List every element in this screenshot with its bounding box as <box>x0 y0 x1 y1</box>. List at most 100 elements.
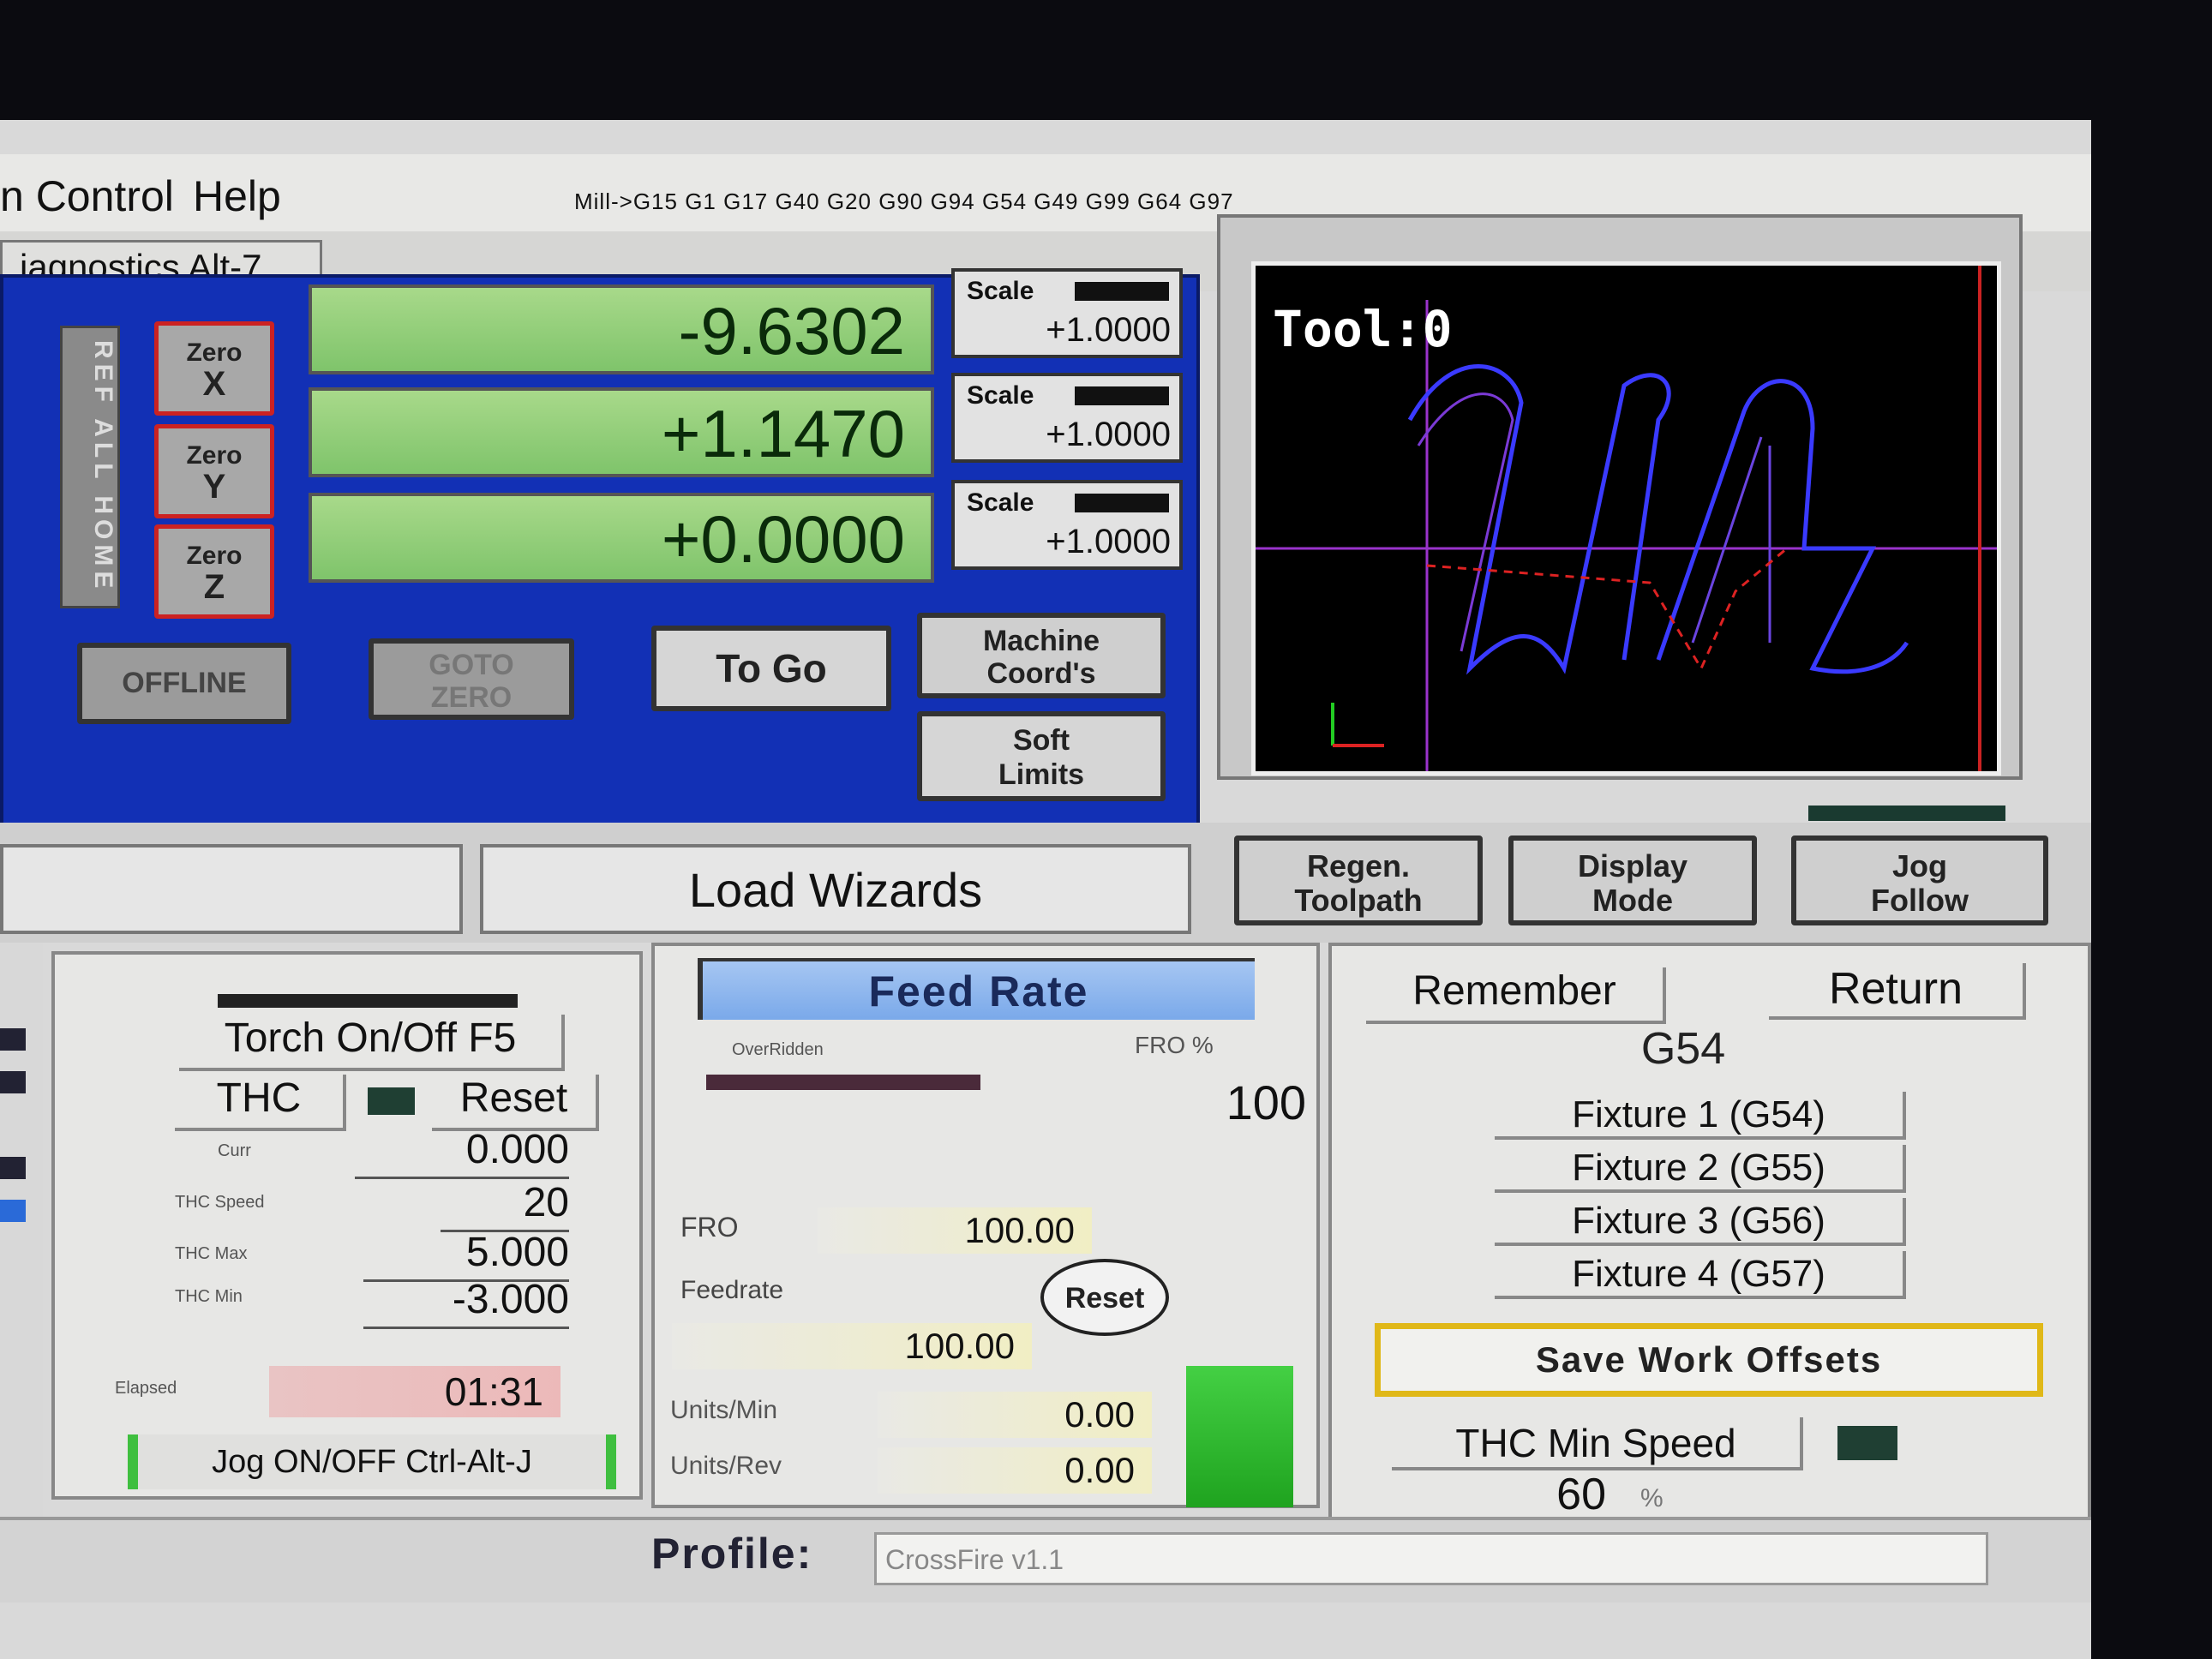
scale-z-label: Scale <box>967 488 1034 517</box>
overridden-led <box>706 1075 980 1090</box>
zero-z-button[interactable]: Zero Z <box>154 524 274 619</box>
jog-follow-indicator <box>1808 806 2005 821</box>
units-rev-label: Units/Rev <box>670 1452 782 1480</box>
led-1 <box>0 1028 26 1051</box>
curr-label: Curr <box>218 1141 251 1160</box>
dro-z-value[interactable]: +0.0000 <box>309 493 934 583</box>
thc-speed-label: THC Speed <box>175 1193 265 1212</box>
dro-y-value[interactable]: +1.1470 <box>309 387 934 477</box>
jog-toggle-button[interactable]: Jog ON/OFF Ctrl-Alt-J <box>128 1434 616 1489</box>
ref-all-home-label: REF ALL HOME <box>89 340 117 594</box>
torch-indicator <box>218 994 518 1008</box>
display-mode-button[interactable]: Display Mode <box>1508 835 1757 925</box>
fro-pct-value: 100 <box>1226 1075 1306 1129</box>
menu-item-help[interactable]: Help <box>193 171 281 221</box>
profile-bar: Profile: CrossFire v1.1 <box>0 1517 2091 1602</box>
thc-min-speed-unit: % <box>1640 1484 1663 1512</box>
fixture-2-button[interactable]: Fixture 2 (G55) <box>1495 1145 1906 1193</box>
elapsed-value: 01:31 <box>269 1366 560 1417</box>
scale-y-label: Scale <box>967 381 1034 410</box>
blank-button[interactable] <box>0 844 463 934</box>
units-min-value: 0.00 <box>878 1392 1152 1438</box>
profile-label: Profile: <box>651 1530 813 1578</box>
jog-follow-line2: Follow <box>1871 883 1969 918</box>
scale-y-box[interactable]: Scale +1.0000 <box>951 373 1183 463</box>
fixture-1-button[interactable]: Fixture 1 (G54) <box>1495 1092 1906 1140</box>
current-offset-label: G54 <box>1640 1024 1726 1074</box>
goto-zero-button[interactable]: GOTO ZERO <box>369 638 574 720</box>
feedrate-label: Feedrate <box>680 1276 784 1304</box>
scale-x-box[interactable]: Scale +1.0000 <box>951 268 1183 358</box>
thc-speed-value[interactable]: 20 <box>441 1179 569 1232</box>
zero-x-axis: X <box>202 365 226 403</box>
jog-follow-button[interactable]: Jog Follow <box>1791 835 2048 925</box>
soft-limits-button[interactable]: Soft Limits <box>917 711 1166 801</box>
tool-number-label: Tool:0 <box>1273 300 1453 358</box>
scale-z-indicator <box>1075 494 1169 512</box>
scale-z-box[interactable]: Scale +1.0000 <box>951 480 1183 570</box>
thc-min-speed-value[interactable]: 60 <box>1392 1469 1606 1522</box>
machine-coords-button[interactable]: Machine Coord's <box>917 613 1166 698</box>
zero-y-label: Zero <box>186 441 243 470</box>
menu-item-control[interactable]: n Control <box>0 171 174 221</box>
toolpath-display[interactable]: Tool:0 <box>1251 261 2001 776</box>
regen-line1: Regen. <box>1306 848 1411 883</box>
led-2 <box>0 1071 26 1093</box>
save-work-offsets-button[interactable]: Save Work Offsets <box>1375 1323 2043 1397</box>
regen-toolpath-button[interactable]: Regen. Toolpath <box>1234 835 1483 925</box>
torch-toggle-button[interactable]: Torch On/Off F5 <box>179 1015 565 1071</box>
fixture-3-button[interactable]: Fixture 3 (G56) <box>1495 1198 1906 1246</box>
remember-button[interactable]: Remember <box>1366 967 1666 1024</box>
offline-button[interactable]: OFFLINE <box>77 643 291 724</box>
scale-y-value: +1.0000 <box>1046 416 1171 453</box>
display-mode-line1: Display <box>1577 848 1688 883</box>
soft-limits-line2: Limits <box>998 758 1085 791</box>
display-mode-line2: Mode <box>1592 883 1673 918</box>
load-wizards-button[interactable]: Load Wizards <box>480 844 1191 934</box>
zero-x-button[interactable]: Zero X <box>154 321 274 416</box>
fixture-4-button[interactable]: Fixture 4 (G57) <box>1495 1251 1906 1299</box>
units-min-label: Units/Min <box>670 1396 778 1424</box>
soft-limits-line1: Soft <box>1012 724 1070 757</box>
thc-led <box>368 1087 415 1115</box>
zero-z-axis: Z <box>203 568 225 606</box>
thc-max-value[interactable]: 5.000 <box>363 1229 569 1282</box>
scale-z-value: +1.0000 <box>1046 523 1171 560</box>
feed-reset-button[interactable]: Reset <box>1040 1259 1169 1336</box>
fro-pct-label: FRO % <box>1135 1032 1214 1058</box>
thc-max-label: THC Max <box>175 1244 248 1263</box>
to-go-button[interactable]: To Go <box>651 626 891 711</box>
thc-min-label: THC Min <box>175 1287 243 1306</box>
units-rev-value: 0.00 <box>878 1447 1152 1494</box>
zero-y-button[interactable]: Zero Y <box>154 424 274 518</box>
return-button[interactable]: Return <box>1769 963 2026 1020</box>
dro-x-value[interactable]: -9.6302 <box>309 284 934 374</box>
toolpath-letter-a-inner <box>1691 436 1771 644</box>
thc-reset-button[interactable]: Reset <box>432 1075 599 1131</box>
gcode-status-line: Mill->G15 G1 G17 G40 G20 G90 G94 G54 G49… <box>574 189 1234 214</box>
fro-value[interactable]: 100.00 <box>818 1207 1092 1254</box>
curr-value: 0.000 <box>355 1126 569 1179</box>
scale-y-indicator <box>1075 386 1169 405</box>
elapsed-label: Elapsed <box>115 1379 177 1398</box>
jog-follow-line1: Jog <box>1891 848 1947 883</box>
thc-min-speed-button[interactable]: THC Min Speed <box>1392 1417 1803 1470</box>
thc-button[interactable]: THC <box>175 1075 346 1131</box>
goto-zero-line1: GOTO <box>429 649 514 681</box>
led-3 <box>0 1157 26 1179</box>
toolpath-letter-a <box>1656 379 1909 674</box>
thc-min-value[interactable]: -3.000 <box>363 1276 569 1329</box>
scale-x-label: Scale <box>967 277 1034 305</box>
work-offsets-panel: Remember Return G54 Fixture 1 (G54) Fixt… <box>1328 943 2091 1525</box>
thc-min-speed-led <box>1837 1426 1897 1460</box>
profile-value: CrossFire v1.1 <box>874 1532 1988 1585</box>
feed-green-indicator <box>1186 1366 1293 1507</box>
scale-x-indicator <box>1075 282 1169 301</box>
zero-z-label: Zero <box>186 542 243 570</box>
plasma-thc-panel: Torch On/Off F5 THC Reset Curr 0.000 THC… <box>51 951 643 1500</box>
ref-all-home-button[interactable]: REF ALL HOME <box>60 326 120 608</box>
overridden-label: OverRidden <box>732 1040 824 1059</box>
zero-y-axis: Y <box>202 468 226 506</box>
feedrate-value: 100.00 <box>672 1323 1032 1369</box>
toolpath-letter-w <box>1407 364 1671 675</box>
